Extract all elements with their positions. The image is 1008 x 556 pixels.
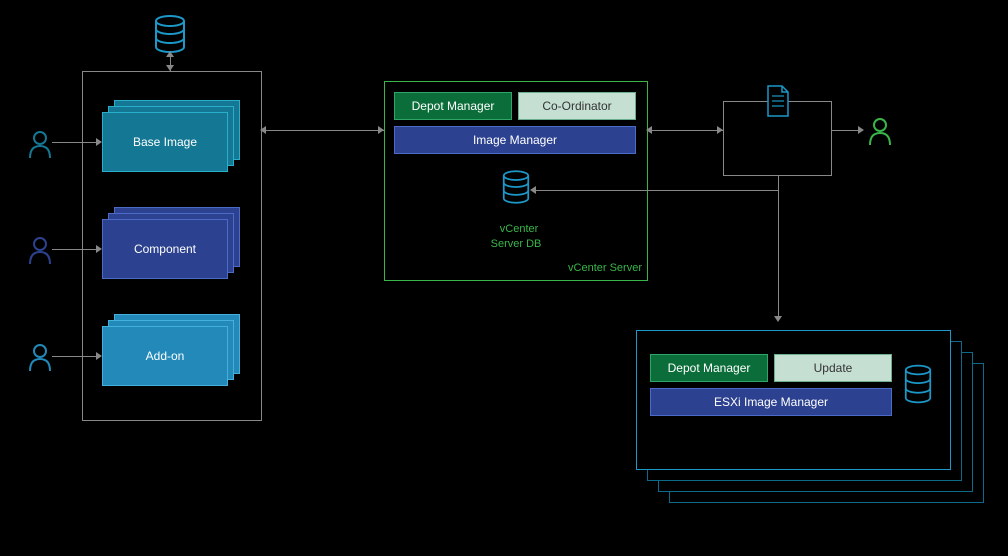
document-icon: [764, 84, 792, 121]
user-icon-teal: [28, 130, 52, 163]
base-image-card: Base Image: [102, 112, 228, 172]
user-icon-blue: [28, 236, 52, 269]
component-card: Component: [102, 219, 228, 279]
addon-label: Add-on: [146, 349, 185, 363]
user-icon-lightblue: [28, 343, 52, 376]
vcenter-coordinator: Co-Ordinator: [518, 92, 636, 120]
vcenter-depot-manager: Depot Manager: [394, 92, 512, 120]
addon-card: Add-on: [102, 326, 228, 386]
esxi-image-manager: ESXi Image Manager: [650, 388, 892, 416]
base-image-label: Base Image: [133, 135, 197, 149]
vcenter-image-manager: Image Manager: [394, 126, 636, 154]
vcenter-server-title: vCenter Server: [384, 262, 642, 274]
esxi-depot-manager: Depot Manager: [650, 354, 768, 382]
esxi-db-icon: [904, 364, 932, 407]
component-label: Component: [134, 242, 196, 256]
esxi-update: Update: [774, 354, 892, 382]
user-icon-green: [868, 117, 892, 150]
vcenter-db-label: vCenter Server DB: [470, 208, 562, 251]
